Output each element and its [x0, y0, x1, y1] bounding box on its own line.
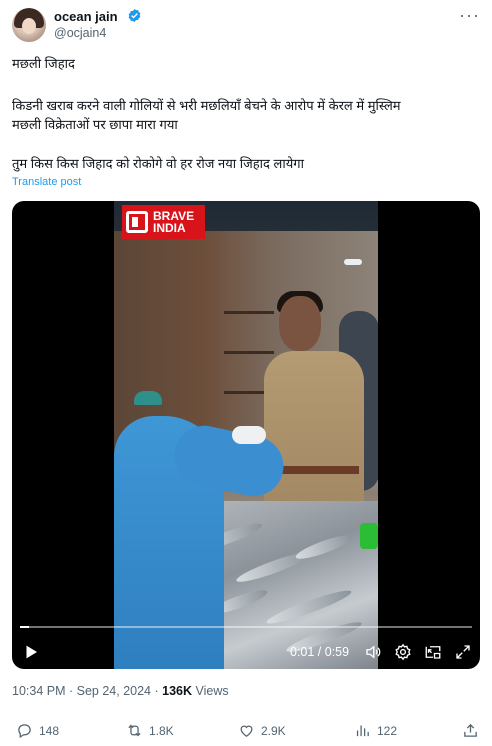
reply-count: 148	[39, 723, 60, 738]
repost-count: 1.8K	[149, 723, 174, 738]
volume-icon[interactable]	[364, 643, 382, 661]
like-button[interactable]: 2.9K	[238, 722, 286, 739]
post-header: ocean jain @ocjain4 ···	[12, 6, 480, 44]
views-icon	[356, 725, 369, 737]
settings-icon[interactable]	[394, 643, 412, 661]
post-text-line: तुम किस किस जिहाद को रोकोगे वो हर रोज नय…	[12, 156, 304, 171]
bookmark-count: 122	[377, 723, 398, 738]
post-text-line: मछली विक्रेताओं पर छापा मारा गया	[12, 117, 178, 132]
like-icon	[240, 725, 253, 737]
fullscreen-icon[interactable]	[454, 643, 472, 661]
more-icon[interactable]: ···	[459, 6, 480, 24]
brave-india-logo: BRAVE INDIA	[122, 205, 205, 239]
share-button[interactable]	[462, 722, 485, 739]
reply-button[interactable]: 148	[16, 722, 59, 739]
video-player[interactable]: BRAVE INDIA 0:01 / 0:59	[12, 201, 480, 669]
views-button[interactable]: 122	[354, 722, 397, 739]
repost-button[interactable]: 1.8K	[126, 722, 174, 739]
views-label: Views	[195, 684, 229, 698]
reply-icon	[18, 724, 31, 739]
video-progress-bar[interactable]	[20, 626, 472, 628]
like-count: 2.9K	[261, 723, 286, 738]
post-text-line: मछली जिहाद	[12, 56, 75, 71]
post-actions: 148 1.8K 2.9K 122	[12, 722, 480, 742]
avatar[interactable]	[12, 8, 46, 42]
author-handle[interactable]: @ocjain4	[54, 26, 106, 40]
translate-post-link[interactable]: Translate post	[12, 176, 81, 188]
post-meta: 10:34 PM · Sep 24, 2024 · 136K Views	[12, 684, 229, 698]
view-count: 136K	[162, 684, 193, 698]
share-icon	[464, 723, 477, 737]
pip-icon[interactable]	[424, 643, 442, 661]
post-time[interactable]: 10:34 PM	[12, 684, 66, 698]
post-text-line: किडनी खराब करने वाली गोलियों से भरी मछलि…	[12, 98, 401, 113]
video-progress-fill	[20, 626, 30, 628]
verified-icon	[128, 8, 141, 23]
repost-icon	[128, 724, 141, 737]
post-text-paragraph: किडनी खराब करने वाली गोलियों से भरी मछलि…	[12, 96, 480, 134]
play-icon[interactable]	[22, 643, 40, 661]
video-frame[interactable]: BRAVE INDIA	[114, 201, 378, 669]
video-time-readout: 0:01 / 0:59	[290, 645, 350, 659]
post-date[interactable]: Sep 24, 2024	[77, 684, 151, 698]
author-name[interactable]: ocean jain	[54, 9, 118, 24]
